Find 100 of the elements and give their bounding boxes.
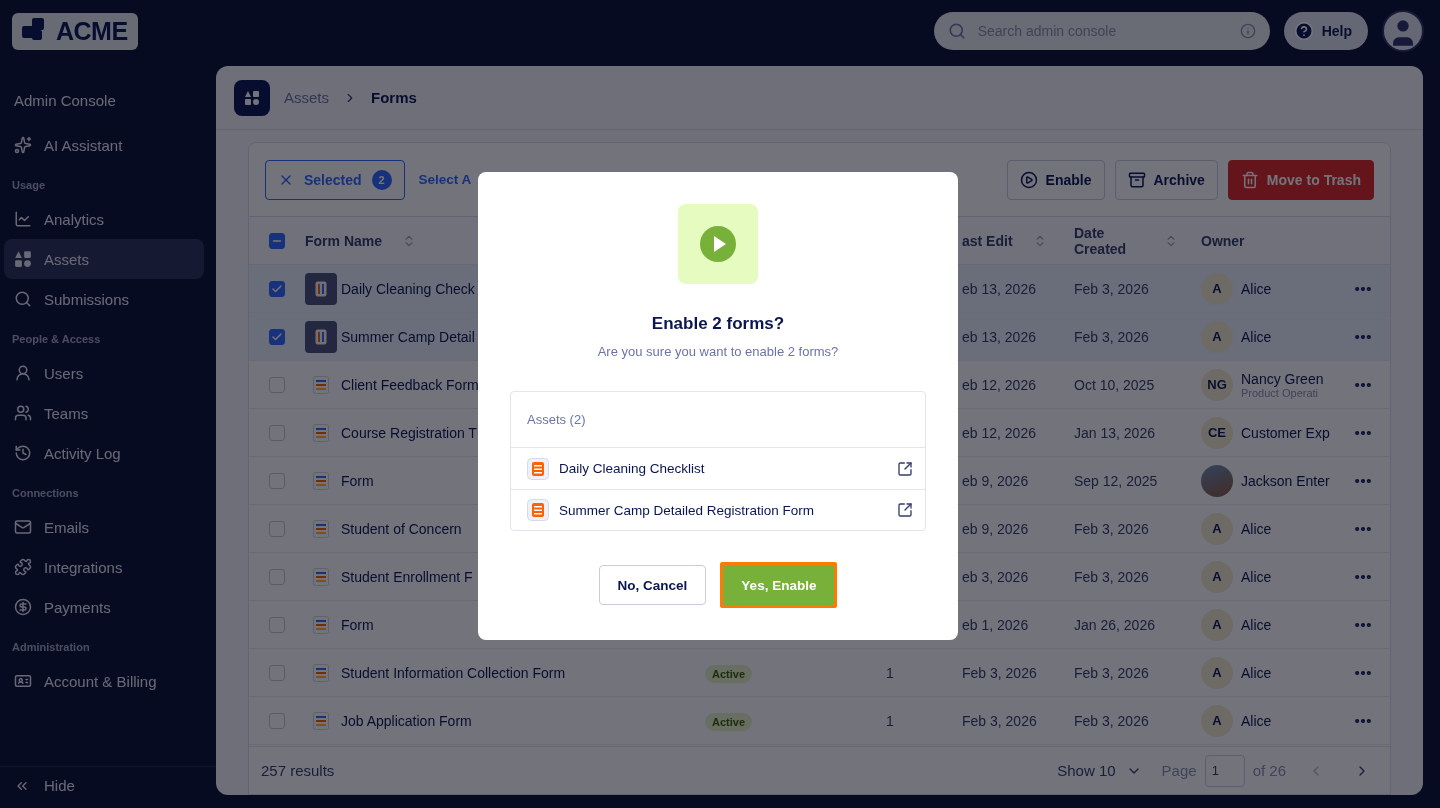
sidebar-item[interactable]: Activity Log: [4, 433, 204, 473]
created-date: Feb 3, 2026: [1074, 280, 1150, 297]
trash-button[interactable]: Move to Trash: [1227, 159, 1374, 200]
owner-avatar: A: [1201, 320, 1233, 353]
sidebar-item[interactable]: Users: [4, 353, 204, 393]
hide-sidebar-link[interactable]: Hide: [0, 766, 216, 804]
row-checkbox[interactable]: [269, 616, 285, 633]
archive-icon: [1127, 170, 1146, 189]
owner-avatar: A: [1201, 512, 1233, 545]
column-header[interactable]: Date Created: [1074, 224, 1144, 257]
results-count: 257 results: [261, 762, 335, 779]
clear-selection-button[interactable]: Selected 2: [265, 159, 405, 200]
logo[interactable]: ACME: [12, 12, 138, 50]
breadcrumb-link[interactable]: Assets: [284, 89, 329, 106]
sidebar-item[interactable]: Assets: [4, 239, 204, 279]
row-checkbox[interactable]: [269, 520, 285, 537]
user-avatar[interactable]: [1382, 10, 1424, 52]
section-heading: Connections: [11, 486, 80, 501]
row-checkbox[interactable]: [269, 712, 285, 729]
select-all-link[interactable]: Select A: [418, 172, 472, 187]
created-date: Jan 26, 2026: [1074, 616, 1156, 633]
form-icon: [313, 567, 329, 586]
created-date: Feb 3, 2026: [1074, 664, 1150, 681]
form-name[interactable]: Job Application Form: [341, 712, 472, 729]
owner-avatar: A: [1201, 704, 1233, 737]
users-icon: [14, 404, 32, 422]
row-checkbox[interactable]: [269, 664, 285, 681]
asset-list-title: Assets (2): [527, 412, 586, 427]
form-icon: [315, 328, 327, 345]
column-header[interactable]: Form Name: [305, 232, 383, 249]
form-name[interactable]: Course Registration T: [341, 424, 477, 441]
check-icon: [271, 330, 283, 343]
form-icon: [313, 519, 329, 538]
external-link-icon[interactable]: [897, 502, 913, 518]
trash-icon: [1240, 170, 1259, 189]
enable-button[interactable]: Enable: [1006, 159, 1105, 200]
owner-name: Alice: [1241, 328, 1272, 345]
created-date: Sep 12, 2025: [1074, 472, 1159, 489]
sidebar-item[interactable]: Teams: [4, 393, 204, 433]
sidebar-item[interactable]: Submissions: [4, 279, 204, 319]
column-header: Owner: [1201, 232, 1245, 249]
last-edit-date: eb 13, 2026: [962, 280, 1037, 297]
row-checkbox[interactable]: [269, 376, 285, 393]
sidebar-item[interactable]: Payments: [4, 587, 204, 627]
row-checkbox[interactable]: [269, 328, 285, 345]
sidebar-item[interactable]: Emails: [4, 507, 204, 547]
row-checkbox[interactable]: [269, 424, 285, 441]
form-icon: [313, 471, 329, 490]
last-edit-date: eb 13, 2026: [962, 328, 1037, 345]
owner-avatar: A: [1201, 272, 1233, 305]
created-date: Jan 13, 2026: [1074, 424, 1156, 441]
form-name[interactable]: Student Enrollment F: [341, 568, 473, 585]
form-name[interactable]: Summer Camp Detail: [341, 328, 475, 345]
page-input[interactable]: 1: [1204, 754, 1245, 787]
dollar-icon: [14, 598, 32, 616]
section-heading: Administration: [11, 640, 91, 655]
dialog-message: Are you sure you want to enable 2 forms?: [597, 344, 839, 359]
history-icon: [14, 444, 32, 462]
form-name[interactable]: Student Information Collection Form: [341, 664, 566, 681]
last-edit-date: eb 9, 2026: [962, 472, 1030, 489]
form-icon: [313, 711, 329, 730]
form-name[interactable]: Client Feedback Form: [341, 376, 479, 393]
form-icon: [313, 615, 329, 634]
form-name[interactable]: Daily Cleaning Check: [341, 280, 475, 297]
owner-name: Alice: [1241, 712, 1272, 729]
last-edit-date: Feb 3, 2026: [962, 712, 1038, 729]
line-chart-icon: [14, 210, 32, 228]
last-edit-date: eb 1, 2026: [962, 616, 1030, 633]
external-link-icon[interactable]: [897, 460, 913, 477]
form-name[interactable]: Form: [341, 616, 374, 633]
confirm-button[interactable]: Yes, Enable: [720, 562, 838, 608]
cancel-button[interactable]: No, Cancel: [598, 565, 707, 605]
owner-name: Alice: [1241, 664, 1272, 681]
sidebar-item[interactable]: Analytics: [4, 199, 204, 239]
page-size-select[interactable]: Show 10: [1051, 761, 1148, 780]
owner-name: Nancy Green: [1241, 370, 1324, 387]
row-checkbox[interactable]: [269, 568, 285, 585]
archive-button[interactable]: Archive: [1114, 159, 1218, 200]
form-icon: [315, 280, 327, 297]
form-icon: [313, 663, 329, 682]
owner-name: Alice: [1241, 280, 1272, 297]
sidebar-item[interactable]: Integrations: [4, 547, 204, 587]
row-checkbox[interactable]: [269, 472, 285, 489]
column-header[interactable]: ast Edit: [962, 232, 1013, 249]
sidebar-item[interactable]: AI Assistant: [4, 125, 204, 165]
play-icon: [699, 225, 737, 263]
count-text: 1: [885, 712, 894, 729]
status-badge: Active: [705, 664, 753, 683]
sidebar-item[interactable]: Account & Billing: [4, 661, 204, 701]
select-all-checkbox[interactable]: [269, 232, 285, 249]
photo-placeholder: [1201, 464, 1233, 497]
owner-avatar: NG: [1201, 368, 1233, 401]
form-name[interactable]: Form: [341, 472, 374, 489]
help-button[interactable]: Help: [1283, 12, 1368, 50]
owner-name: Jackson Enter: [1241, 472, 1330, 489]
form-name[interactable]: Student of Concern: [341, 520, 462, 537]
row-checkbox[interactable]: [269, 280, 285, 297]
sidebar-title: Admin Console: [13, 92, 117, 111]
status-badge: Active: [705, 712, 753, 731]
last-edit-date: eb 3, 2026: [962, 568, 1030, 585]
